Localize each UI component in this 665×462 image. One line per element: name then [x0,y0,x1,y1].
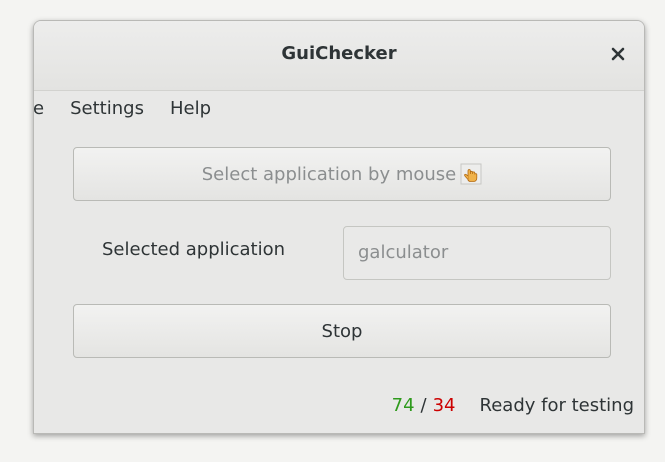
count-separator: / [420,395,427,416]
select-application-label: Select application by mouse [201,163,457,185]
status-message: Ready for testing [479,395,634,416]
window-title: GuiChecker [281,43,397,64]
menu-settings[interactable]: Settings [57,91,157,127]
failed-count: 34 [432,395,456,416]
passed-count: 74 [391,395,415,416]
close-button[interactable] [606,39,630,69]
title-bar[interactable]: GuiChecker [34,21,644,91]
main-window: GuiChecker File Settings Help Select app… [33,20,645,434]
stop-button[interactable]: Stop [73,304,611,358]
status-bar: 74 / 34 Ready for testing [392,395,634,416]
stop-button-label: Stop [321,320,363,342]
menu-help[interactable]: Help [157,91,224,127]
hand-pointer-icon [460,163,482,185]
selected-application-field[interactable]: galculator [343,226,611,280]
close-icon [611,47,625,61]
menu-file[interactable]: File [34,91,57,127]
menu-bar: File Settings Help [34,91,224,127]
selected-application-label: Selected application [102,239,286,260]
select-application-button[interactable]: Select application by mouse [73,147,611,201]
